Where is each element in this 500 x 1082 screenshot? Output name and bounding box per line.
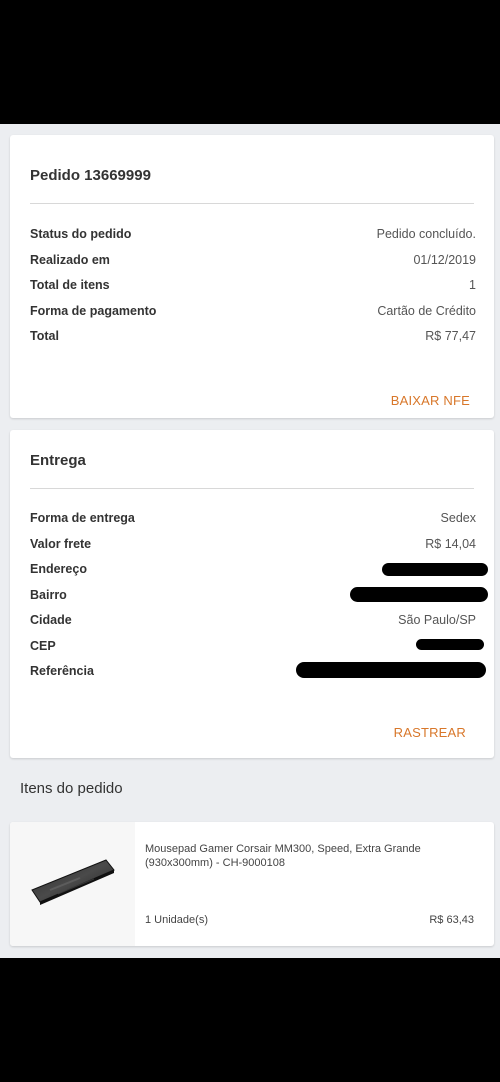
row-label: Forma de pagamento <box>30 304 157 318</box>
delivery-card: Entrega Forma de entrega Sedex Valor fre… <box>10 430 494 758</box>
row-label: Bairro <box>30 588 67 602</box>
redaction-mark <box>416 639 484 650</box>
row-label: Total <box>30 329 59 343</box>
row-value: São Paulo/SP <box>398 613 476 627</box>
order-date-row: Realizado em 01/12/2019 <box>30 250 476 270</box>
delivery-title: Entrega <box>30 452 86 469</box>
mousepad-icon <box>31 859 115 905</box>
row-label: Realizado em <box>30 253 110 267</box>
redaction-mark <box>382 563 488 576</box>
row-label: CEP <box>30 639 56 653</box>
item-name: Mousepad Gamer Corsair MM300, Speed, Ext… <box>145 843 421 869</box>
neighborhood-row: Bairro <box>30 585 488 605</box>
row-value: R$ 14,04 <box>425 537 476 551</box>
track-delivery-button[interactable]: RASTREAR <box>394 725 466 740</box>
row-label: Cidade <box>30 613 72 627</box>
row-label: Endereço <box>30 562 87 576</box>
row-label: Forma de entrega <box>30 511 135 525</box>
item-price: R$ 63,43 <box>429 914 474 926</box>
zip-code-row: CEP <box>30 636 484 656</box>
row-value: 1 <box>469 278 476 292</box>
order-items-count-row: Total de itens 1 <box>30 275 476 295</box>
reference-row: Referência <box>30 661 486 681</box>
order-details-screen: Pedido 13669999 Status do pedido Pedido … <box>0 124 500 958</box>
shipping-cost-row: Valor frete R$ 14,04 <box>30 534 476 554</box>
mousepad-image <box>10 822 135 946</box>
item-quantity: 1 Unidade(s) <box>145 914 208 926</box>
order-payment-row: Forma de pagamento Cartão de Crédito <box>30 301 476 321</box>
row-label: Total de itens <box>30 278 110 292</box>
divider <box>30 203 474 204</box>
order-status-row: Status do pedido Pedido concluído. <box>30 224 476 244</box>
order-total-row: Total R$ 77,47 <box>30 326 476 346</box>
row-label: Status do pedido <box>30 227 132 241</box>
redaction-mark <box>350 587 488 602</box>
delivery-method-row: Forma de entrega Sedex <box>30 508 476 528</box>
row-value: R$ 77,47 <box>425 329 476 343</box>
row-value: Pedido concluído. <box>376 227 476 241</box>
row-value: Cartão de Crédito <box>377 304 476 318</box>
divider <box>30 488 474 489</box>
city-row: Cidade São Paulo/SP <box>30 610 476 630</box>
address-row: Endereço <box>30 559 488 579</box>
order-title: Pedido 13669999 <box>30 167 151 184</box>
download-nfe-button[interactable]: BAIXAR NFE <box>391 393 470 408</box>
order-item-card[interactable]: Mousepad Gamer Corsair MM300, Speed, Ext… <box>10 822 494 946</box>
row-value: 01/12/2019 <box>413 253 476 267</box>
row-value: Sedex <box>440 511 476 525</box>
row-label: Referência <box>30 664 94 678</box>
items-section-heading: Itens do pedido <box>20 780 123 797</box>
row-label: Valor frete <box>30 537 92 551</box>
redaction-mark <box>296 662 486 678</box>
order-summary-card: Pedido 13669999 Status do pedido Pedido … <box>10 135 494 418</box>
